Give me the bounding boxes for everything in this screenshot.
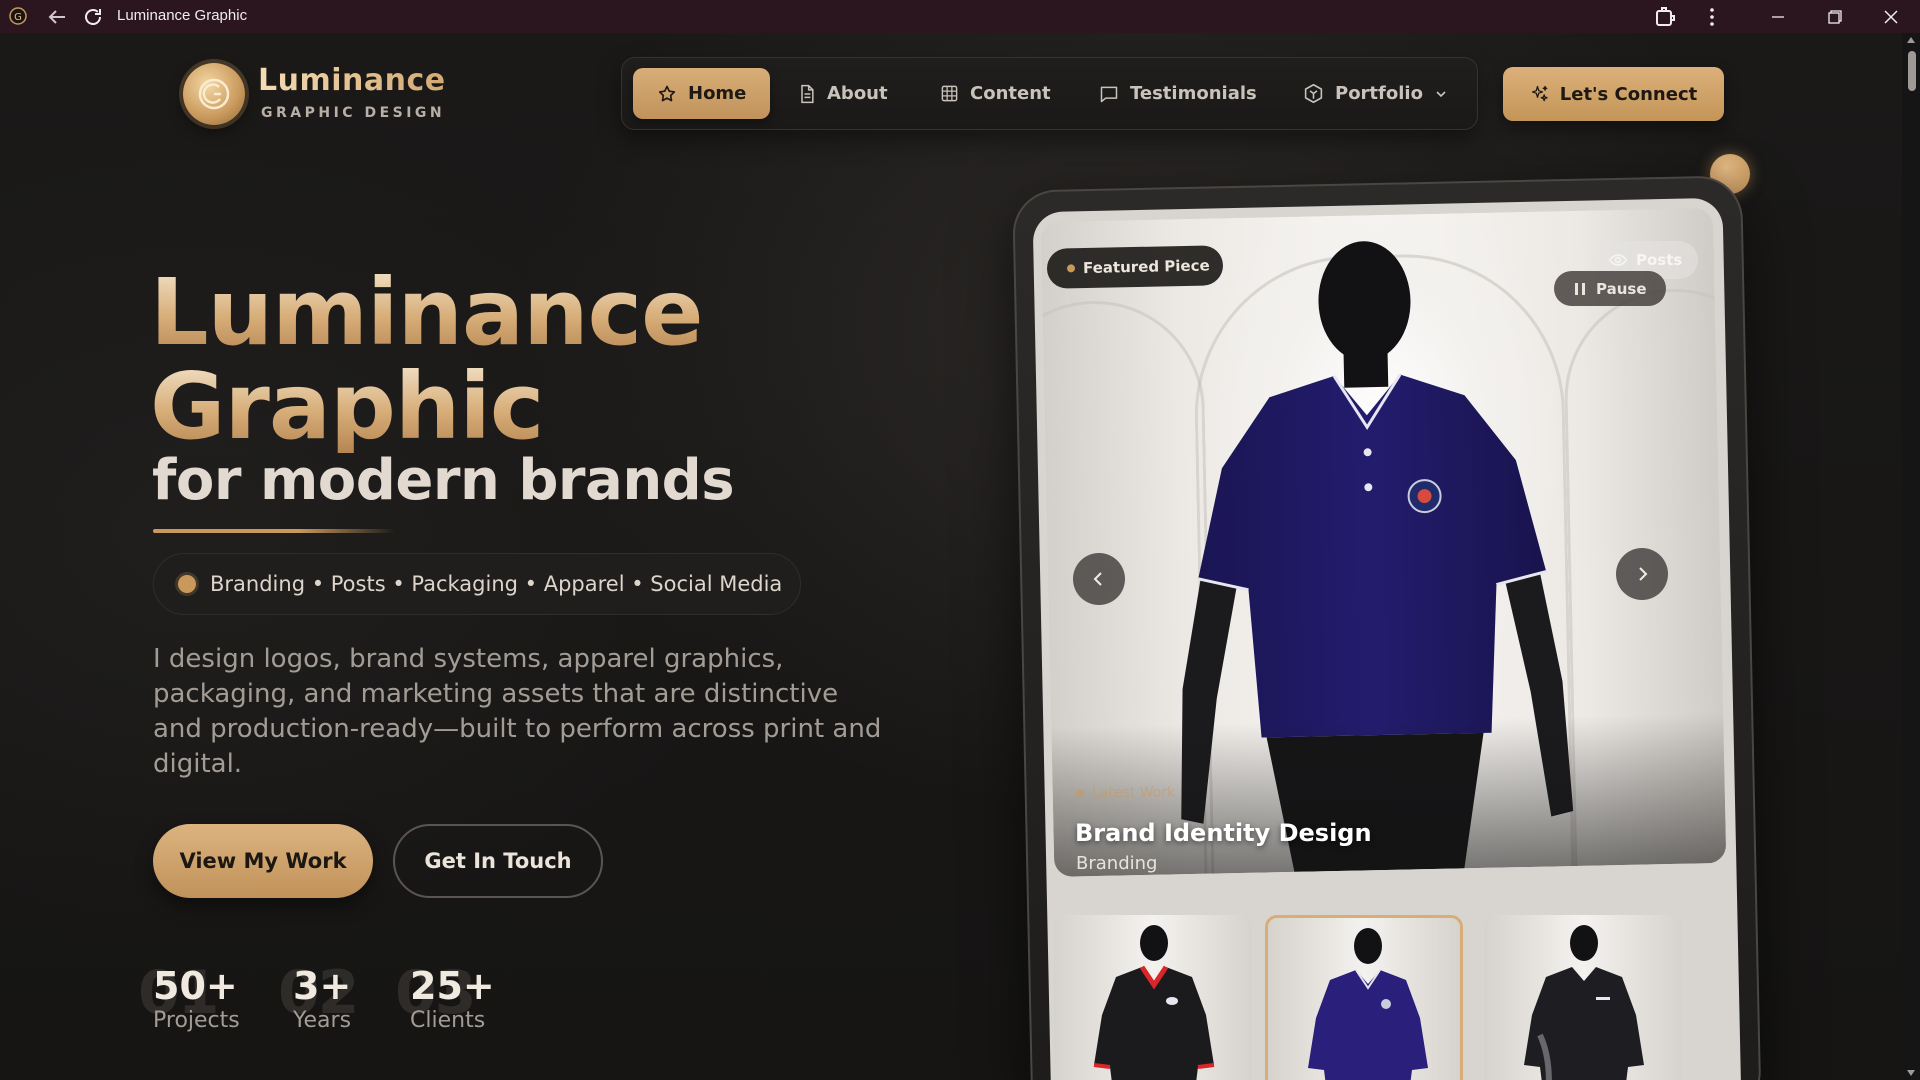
minimize-icon[interactable] <box>1764 5 1792 29</box>
lets-connect-label: Let's Connect <box>1559 83 1698 105</box>
nav-item-portfolio[interactable]: Portfolio <box>1303 68 1448 119</box>
sparkle-icon <box>1531 85 1548 102</box>
chevron-right-icon <box>1639 567 1648 581</box>
nav-item-label: Testimonials <box>1130 83 1257 104</box>
more-vertical-icon[interactable] <box>1700 5 1724 29</box>
document-icon <box>801 84 814 103</box>
close-icon[interactable] <box>1877 5 1905 29</box>
latest-dot-icon <box>1076 789 1084 797</box>
badge-dot-icon <box>1066 264 1076 273</box>
stat-value: 50+ <box>153 964 238 1008</box>
window-title: Luminance Graphic <box>117 7 248 24</box>
hero-underline <box>153 529 395 533</box>
thumbnail-2[interactable] <box>1265 915 1463 1080</box>
nav-item-label: Portfolio <box>1335 83 1423 104</box>
pause-icon <box>1575 282 1585 295</box>
prev-slide-button[interactable] <box>1073 553 1125 605</box>
scrollbar-thumb[interactable] <box>1908 51 1916 91</box>
get-in-touch-button[interactable]: Get In Touch <box>393 824 603 898</box>
stat-label: Clients <box>410 1008 486 1033</box>
reload-icon[interactable] <box>81 5 105 29</box>
star-icon <box>658 85 676 101</box>
featured-image[interactable] <box>1040 207 1727 877</box>
showcase-title: Brand Identity Design <box>1075 819 1372 847</box>
brand-name[interactable]: Luminance <box>258 63 446 98</box>
lets-connect-button[interactable]: Let's Connect <box>1503 67 1724 121</box>
view-my-work-button[interactable]: View My Work <box>153 824 373 898</box>
extensions-icon[interactable] <box>1653 5 1677 29</box>
hero-description: I design logos, brand systems, apparel g… <box>153 644 882 779</box>
showcase-category: Branding <box>1076 853 1158 874</box>
thumbnail-1[interactable] <box>1054 915 1252 1080</box>
scroll-up-arrow-icon[interactable] <box>1906 36 1916 44</box>
hero-title-line1: Luminance <box>150 259 704 366</box>
nav-item-label: About <box>827 83 888 104</box>
stat-value: 25+ <box>410 964 495 1008</box>
nav-item-about[interactable]: About <box>798 68 888 119</box>
chevron-left-icon <box>1093 572 1102 586</box>
nav-item-label: Content <box>970 83 1051 104</box>
chat-bubble-icon <box>1100 86 1118 102</box>
brand-logo-icon <box>198 78 230 110</box>
hero-title-line2: Graphic <box>150 353 544 460</box>
thumbnail-shirt-image <box>1524 925 1644 1080</box>
stat-projects: 01 50+ Projects <box>138 958 240 1033</box>
services-pill: Branding • Posts • Packaging • Apparel •… <box>153 553 801 615</box>
thumbnail-3[interactable] <box>1484 915 1682 1080</box>
stat-value: 3+ <box>293 964 352 1008</box>
featured-badge: Featured Piece <box>1046 245 1224 289</box>
nav-item-label: Home <box>688 83 747 104</box>
hexagon-icon <box>1304 83 1323 104</box>
grid-icon <box>941 85 958 102</box>
nav-item-content[interactable]: Content <box>940 68 1051 119</box>
eye-icon <box>1608 254 1628 266</box>
nav-item-home[interactable]: Home <box>633 68 771 119</box>
svg-text:G: G <box>14 12 22 23</box>
thumbnail-shirt-image <box>1093 925 1215 1080</box>
thumbnail-shirt-image <box>1308 928 1428 1080</box>
stat-years: 02 3+ Years <box>278 958 359 1033</box>
scroll-down-arrow-icon[interactable] <box>1906 1069 1916 1077</box>
stat-label: Years <box>293 1008 352 1033</box>
app-logo-icon: G <box>9 7 27 25</box>
stat-clients: 03 25+ Clients <box>395 958 495 1033</box>
stat-label: Projects <box>153 1008 240 1033</box>
latest-work-tag: Latest Work <box>1076 785 1175 801</box>
nav-item-testimonials[interactable]: Testimonials <box>1099 68 1257 119</box>
browser-title-bar: G Luminance Graphic <box>0 0 1920 33</box>
brand-logo[interactable] <box>183 63 245 125</box>
services-text: Branding • Posts • Packaging • Apparel •… <box>210 572 783 596</box>
pause-label: Pause <box>1596 279 1647 298</box>
page-content: Luminance GRAPHIC DESIGN Home About Cont… <box>0 33 1920 1080</box>
brand-tagline: GRAPHIC DESIGN <box>261 105 446 121</box>
page-scrollbar[interactable] <box>1902 33 1920 1080</box>
latest-work-label: Latest Work <box>1092 785 1176 801</box>
featured-badge-label: Featured Piece <box>1082 256 1210 278</box>
main-nav: Home About Content Testimonials Portfoli… <box>621 57 1478 130</box>
maximize-icon[interactable] <box>1820 5 1848 29</box>
posts-badge-label: Posts <box>1636 251 1683 269</box>
next-slide-button[interactable] <box>1616 548 1668 600</box>
chevron-down-icon <box>1436 90 1446 97</box>
back-arrow-icon[interactable] <box>46 6 68 28</box>
pause-button[interactable]: Pause <box>1554 271 1666 306</box>
hero-subtitle: for modern brands <box>152 448 735 513</box>
pill-dot-icon <box>178 575 196 593</box>
